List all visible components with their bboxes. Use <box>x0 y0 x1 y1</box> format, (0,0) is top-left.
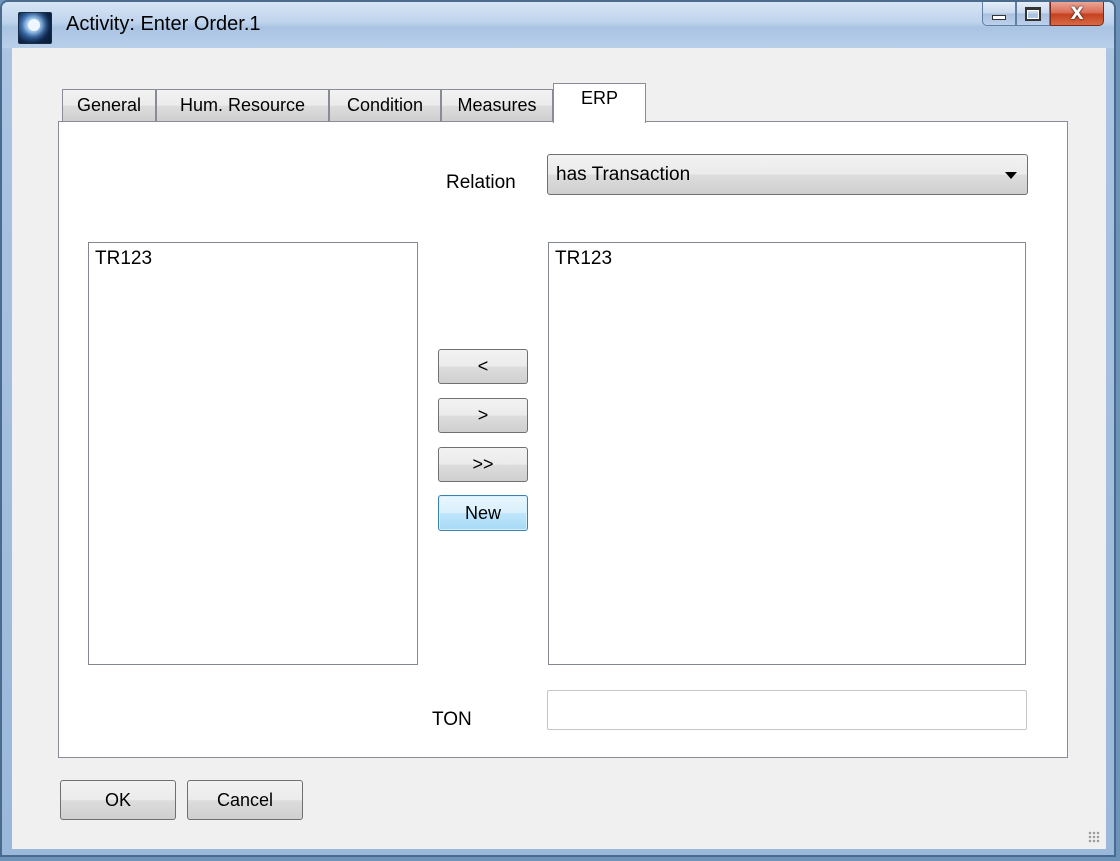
ton-label: TON <box>432 709 472 730</box>
move-right-button[interactable]: > <box>438 398 528 433</box>
window-title: Activity: Enter Order.1 <box>66 13 261 35</box>
maximize-icon <box>1025 6 1041 21</box>
minimize-button[interactable] <box>982 2 1016 26</box>
new-button[interactable]: New <box>438 495 528 531</box>
resize-grip[interactable] <box>1088 831 1100 843</box>
tab-erp[interactable]: ERP <box>553 83 646 123</box>
tab-hum-resource[interactable]: Hum. Resource <box>156 89 329 121</box>
dialog-client-area: General Hum. Resource Condition Measures… <box>12 48 1106 849</box>
title-bar[interactable]: Activity: Enter Order.1 X <box>2 2 1114 48</box>
relation-select[interactable]: has Transaction <box>547 154 1028 195</box>
ok-button[interactable]: OK <box>60 780 176 820</box>
cancel-button[interactable]: Cancel <box>187 780 303 820</box>
ton-field[interactable] <box>547 690 1027 730</box>
dialog-window: Activity: Enter Order.1 X General Hum. R… <box>0 0 1116 857</box>
move-left-button[interactable]: < <box>438 349 528 384</box>
assigned-list[interactable]: TR123 <box>548 242 1026 665</box>
window-controls: X <box>982 2 1104 26</box>
close-icon: X <box>1070 3 1084 24</box>
tab-condition[interactable]: Condition <box>329 89 441 121</box>
list-item[interactable]: TR123 <box>555 247 1019 271</box>
tab-general[interactable]: General <box>62 89 156 121</box>
maximize-button[interactable] <box>1016 2 1050 26</box>
relation-select-value: has Transaction <box>556 163 691 185</box>
move-all-button[interactable]: >> <box>438 447 528 482</box>
list-item[interactable]: TR123 <box>95 247 411 271</box>
relation-label: Relation <box>446 172 516 193</box>
tab-measures[interactable]: Measures <box>441 89 553 121</box>
available-list[interactable]: TR123 <box>88 242 418 665</box>
minimize-icon <box>992 15 1006 20</box>
chevron-down-icon <box>1005 172 1017 179</box>
close-button[interactable]: X <box>1050 2 1104 26</box>
app-icon <box>18 12 52 44</box>
